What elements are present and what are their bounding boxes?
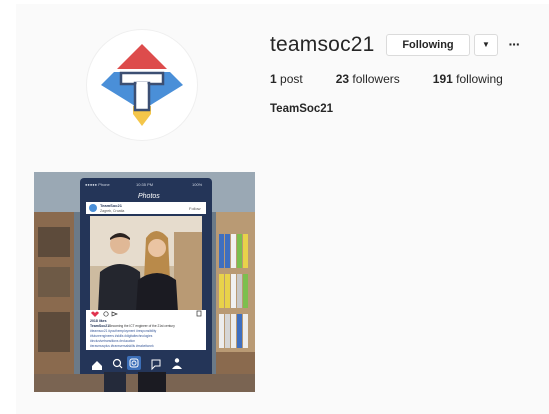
followers-label: followers — [352, 72, 400, 86]
phone-battery: 100% — [192, 182, 203, 187]
phone-time: 10:35 PM — [136, 182, 153, 187]
caption-user: TeamSoc21 — [90, 324, 109, 328]
caption-line3: #futureengineers #skills #digitaltechnol… — [90, 334, 153, 338]
followers-number: 23 — [335, 72, 350, 86]
post-location: Zagreb, Croatia — [100, 209, 124, 213]
post-username: TeamSoc21 — [100, 203, 123, 208]
phone-carrier: ●●●●● Phone — [85, 182, 111, 187]
caption-line5: #erasmusplus #transversalskills #makeitw… — [90, 344, 154, 348]
following-number: 191 — [432, 72, 453, 86]
posts-number: 1 — [270, 72, 277, 86]
followers-link[interactable]: 23 followers — [336, 72, 400, 86]
profile-username: teamsoc21 — [270, 33, 375, 56]
posts-count: 1 post — [270, 72, 303, 86]
caption-line2: #teamsoc21 #youthemployment #responsibil… — [90, 329, 157, 333]
caption-line4: #inclusivetransitions #education — [90, 339, 135, 343]
following-link[interactable]: 191 following — [433, 72, 503, 86]
post-photo: ●●●●● Phone 10:35 PM 100% Photos TeamSoc… — [34, 172, 255, 392]
profile-full-name: TeamSoc21 — [270, 103, 334, 115]
post-likes: 2018 likes — [90, 319, 107, 323]
following-label: following — [456, 72, 503, 86]
caret-down-icon[interactable]: ▼ — [474, 34, 498, 56]
ellipsis-icon[interactable]: ··· — [506, 34, 522, 54]
posts-label: post — [280, 72, 303, 86]
following-button[interactable]: Following — [386, 34, 470, 56]
profile-stats: 1 post 23 followers 191 following — [270, 72, 536, 86]
app-header: Photos — [138, 193, 160, 200]
profile-avatar[interactable] — [87, 30, 197, 140]
profile-icon — [174, 358, 180, 363]
post-follow: Follow — [189, 206, 201, 211]
teamsoc-logo-icon — [101, 44, 183, 126]
post-thumbnail[interactable]: ●●●●● Phone 10:35 PM 100% Photos TeamSoc… — [34, 172, 255, 392]
caption-line1: Becoming the ICT engineer of the 21st ce… — [109, 324, 175, 328]
